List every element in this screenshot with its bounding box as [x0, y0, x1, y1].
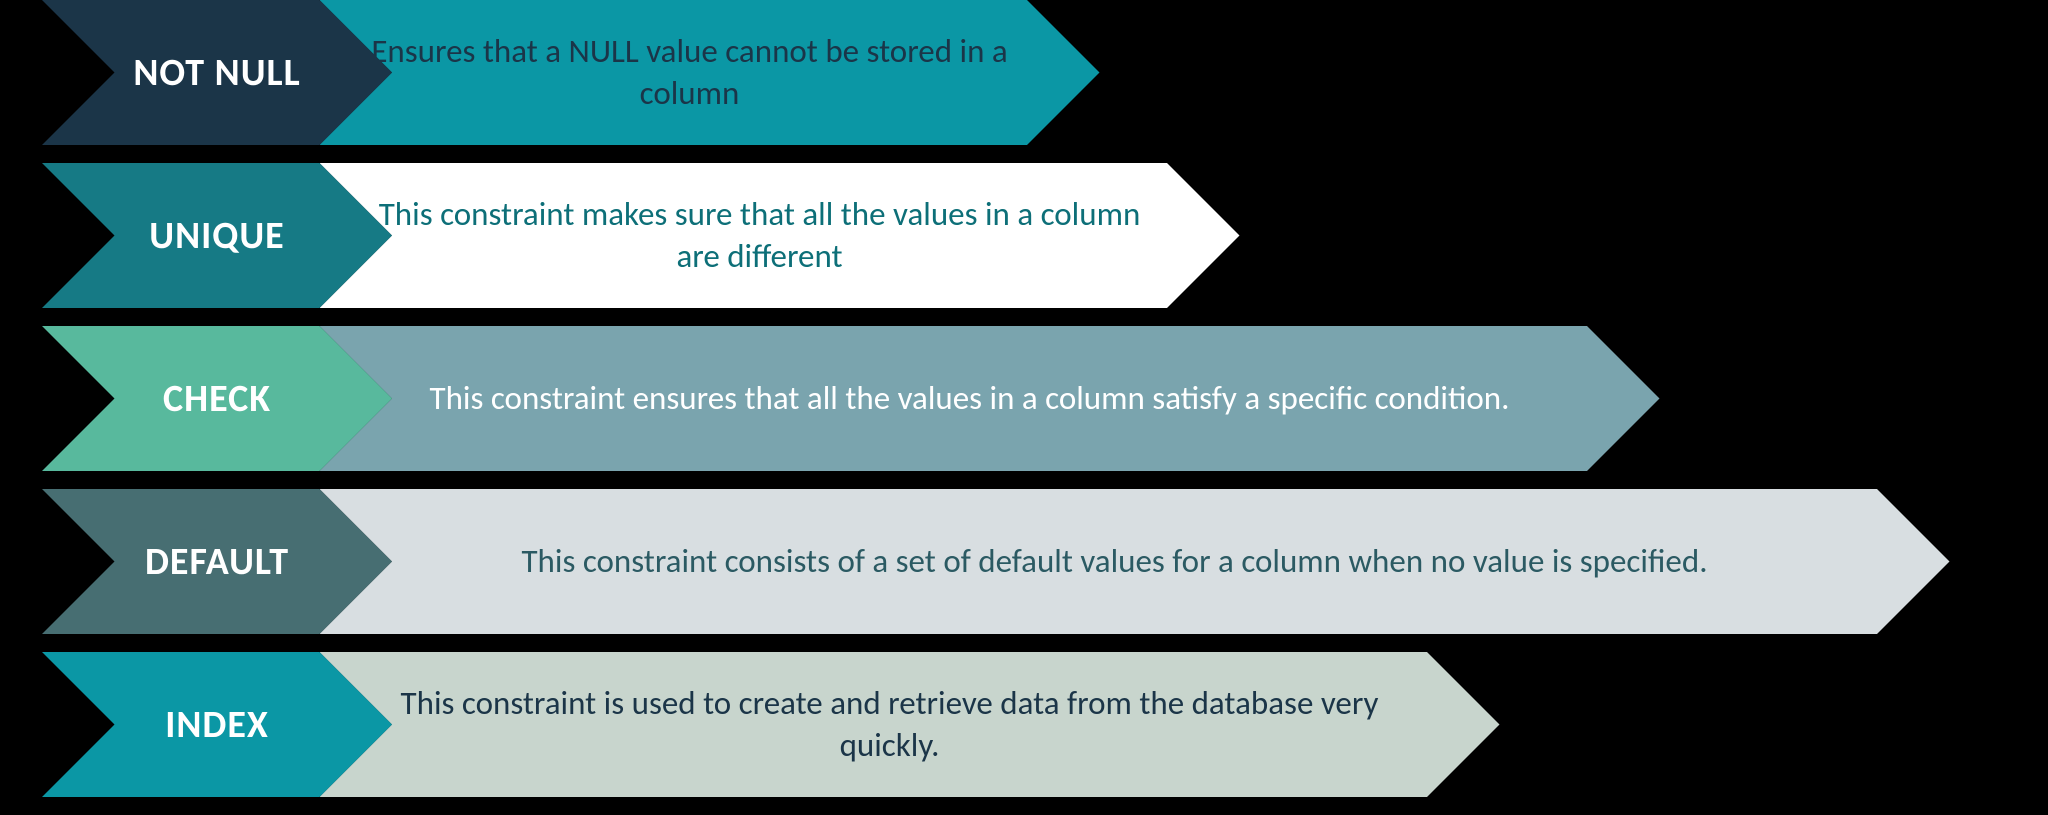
constraint-row: This constraint is used to create and re… [42, 652, 1500, 797]
constraint-description: This constraint ensures that all the val… [320, 326, 1660, 471]
constraint-label-chevron: INDEX [42, 652, 392, 797]
constraint-description: This constraint is used to create and re… [320, 652, 1500, 797]
constraint-row: Ensures that a NULL value cannot be stor… [42, 0, 1100, 145]
constraint-label: INDEX [165, 702, 269, 748]
constraint-description: Ensures that a NULL value cannot be stor… [320, 0, 1100, 145]
constraint-description-text: Ensures that a NULL value cannot be stor… [360, 31, 1020, 114]
constraint-label: CHECK [163, 376, 271, 422]
constraint-row: This constraint consists of a set of def… [42, 489, 1950, 634]
constraint-description-text: This constraint ensures that all the val… [430, 378, 1510, 419]
constraint-label: UNIQUE [149, 213, 284, 259]
constraint-description-text: This constraint consists of a set of def… [521, 541, 1707, 582]
constraint-label: NOT NULL [133, 50, 300, 96]
constraint-row: This constraint makes sure that all the … [42, 163, 1240, 308]
constraint-row: This constraint ensures that all the val… [42, 326, 1660, 471]
constraint-description-text: This constraint makes sure that all the … [360, 194, 1160, 277]
constraint-label-chevron: DEFAULT [42, 489, 392, 634]
constraint-description: This constraint makes sure that all the … [320, 163, 1240, 308]
constraint-label-chevron: UNIQUE [42, 163, 392, 308]
constraint-label: DEFAULT [145, 539, 289, 585]
constraint-description-text: This constraint is used to create and re… [360, 683, 1420, 766]
constraint-label-chevron: CHECK [42, 326, 392, 471]
constraint-label-chevron: NOT NULL [42, 0, 392, 145]
constraint-description: This constraint consists of a set of def… [320, 489, 1950, 634]
constraints-diagram: Ensures that a NULL value cannot be stor… [0, 0, 2048, 815]
